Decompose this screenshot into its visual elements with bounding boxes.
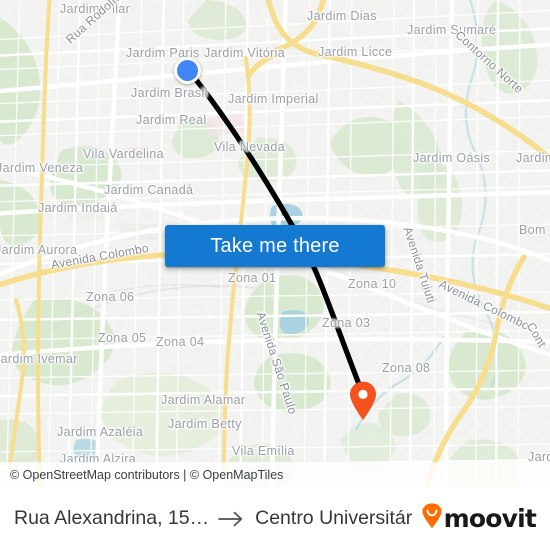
trip-endpoints: Rua Alexandrina, 15… Centro Universitári… [14,507,413,530]
map-canvas[interactable]: .rd { stroke:#ffffff; fill:none; stroke-… [0,0,550,487]
moovit-pin-icon [421,503,443,534]
trip-summary-bar: Rua Alexandrina, 15… Centro Universitári… [0,487,550,550]
trip-destination-label: Centro Universitário De Mari… [255,507,413,529]
take-me-there-button[interactable]: Take me there [165,225,385,267]
origin-dot-marker[interactable] [174,57,201,84]
origin-dot-icon [177,60,198,81]
arrow-right-icon [218,511,246,527]
map-attribution-text[interactable]: © OpenStreetMap contributors | © OpenMap… [10,468,283,482]
moovit-trip-map-screen: .rd { stroke:#ffffff; fill:none; stroke-… [0,0,550,550]
moovit-wordmark: moovit [443,504,537,533]
map-attribution-bar: © OpenStreetMap contributors | © OpenMap… [0,462,550,487]
moovit-logo[interactable]: moovit [421,503,537,534]
destination-pin-marker[interactable] [348,381,378,421]
trip-origin-label: Rua Alexandrina, 15… [14,507,210,529]
map-pin-icon [350,381,376,420]
